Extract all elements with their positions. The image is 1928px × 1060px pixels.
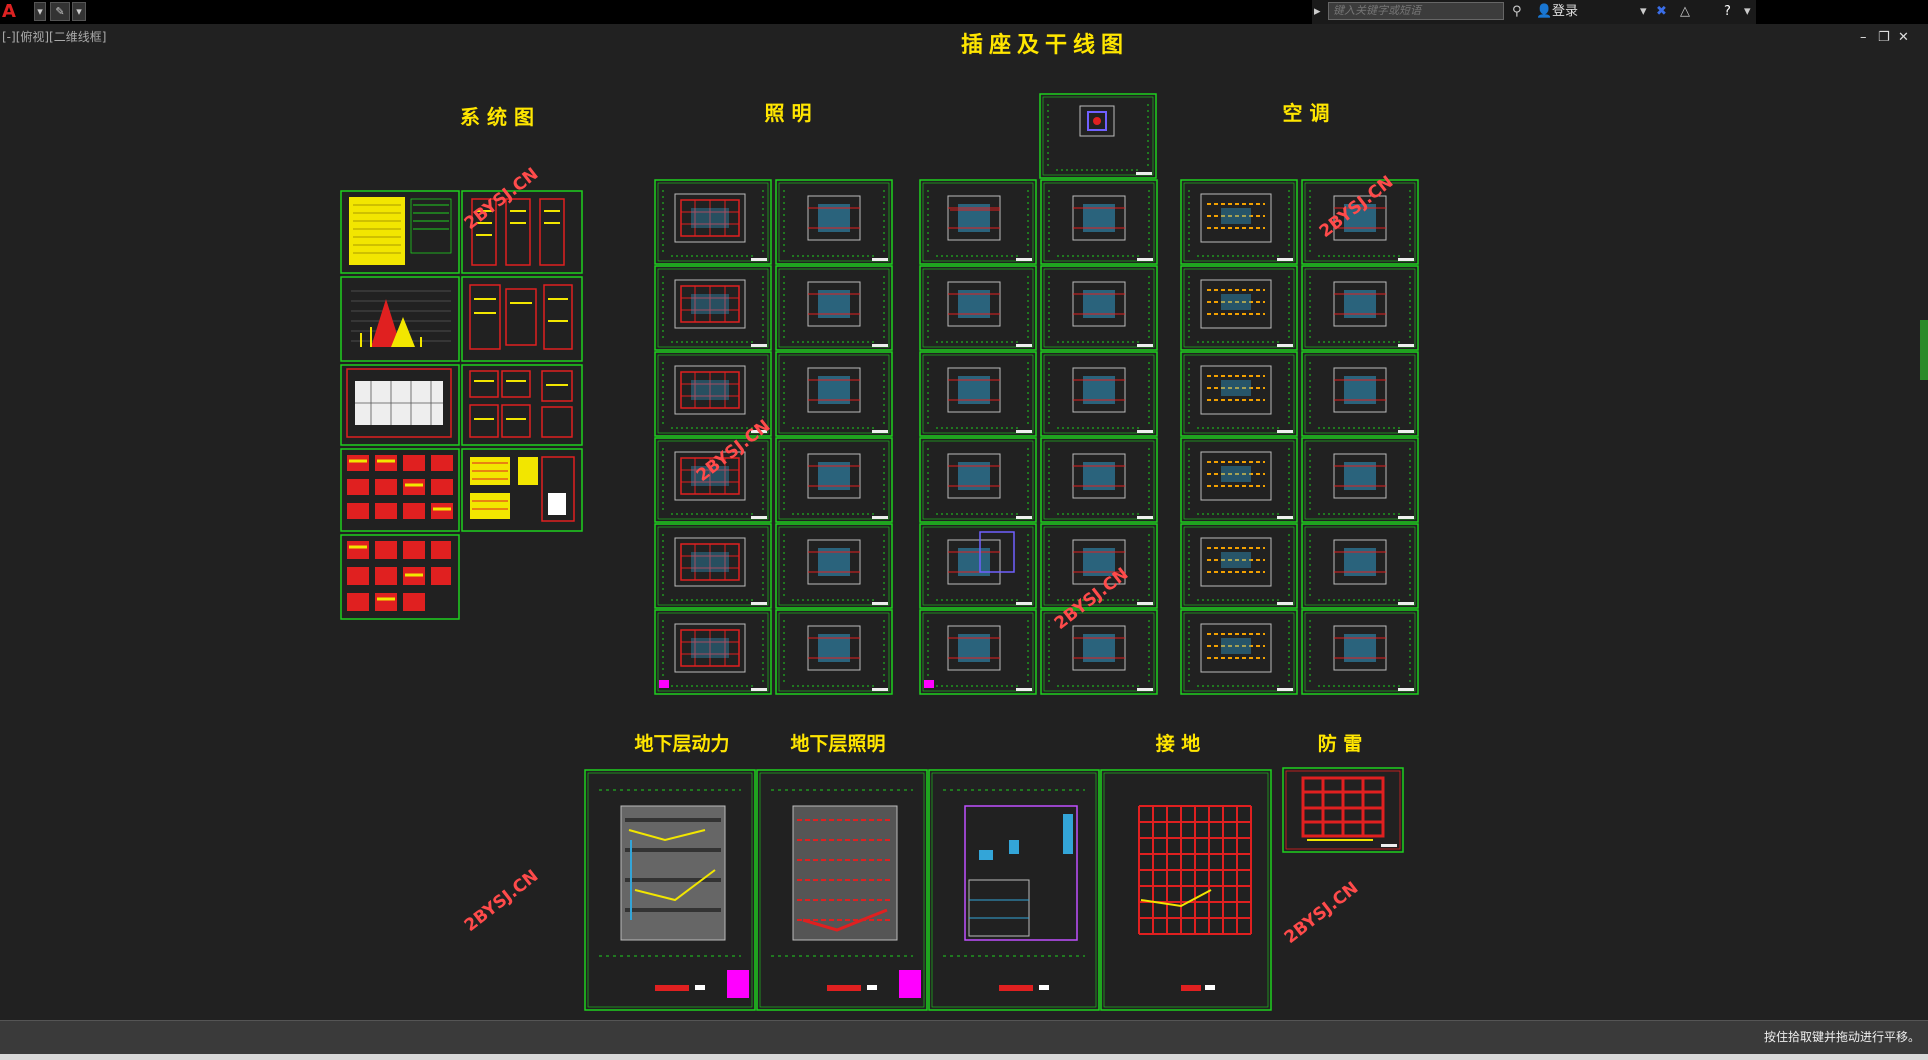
navigation-bar-handle[interactable]	[1920, 320, 1928, 380]
drawing-canvas[interactable]: 插座及干线图 系 统 图 照 明 空 调 地下层动力 地下层照明 接 地 防 雷	[0, 0, 1928, 1060]
command-prompt-text: 按住拾取键并拖动进行平移。	[1763, 1030, 1920, 1044]
watermark-3: 2BYSJ.CN	[693, 416, 775, 486]
watermark-6: 2BYSJ.CN	[1281, 878, 1363, 948]
basement-sheets[interactable]	[584, 767, 1404, 1011]
section-label-basement-power: 地下层动力	[634, 732, 729, 755]
status-bar	[0, 1020, 1928, 1055]
drawing-title: 插座及干线图	[961, 32, 1129, 58]
section-label-aircon: 空 调	[1283, 101, 1330, 125]
section-label-system: 系 统 图	[460, 105, 534, 129]
system-diagram-sheets[interactable]	[340, 190, 583, 620]
socket-trunk-sheets[interactable]	[919, 93, 1158, 695]
watermark-5: 2BYSJ.CN	[461, 866, 543, 936]
section-label-grounding: 接 地	[1156, 732, 1201, 755]
aircon-sheets[interactable]	[1180, 179, 1419, 695]
section-label-lightning: 防 雷	[1318, 732, 1363, 755]
section-label-lighting: 照 明	[765, 101, 812, 125]
lighting-sheets[interactable]	[654, 179, 893, 695]
bottom-strip	[0, 1054, 1928, 1060]
section-label-basement-lighting: 地下层照明	[790, 732, 885, 755]
